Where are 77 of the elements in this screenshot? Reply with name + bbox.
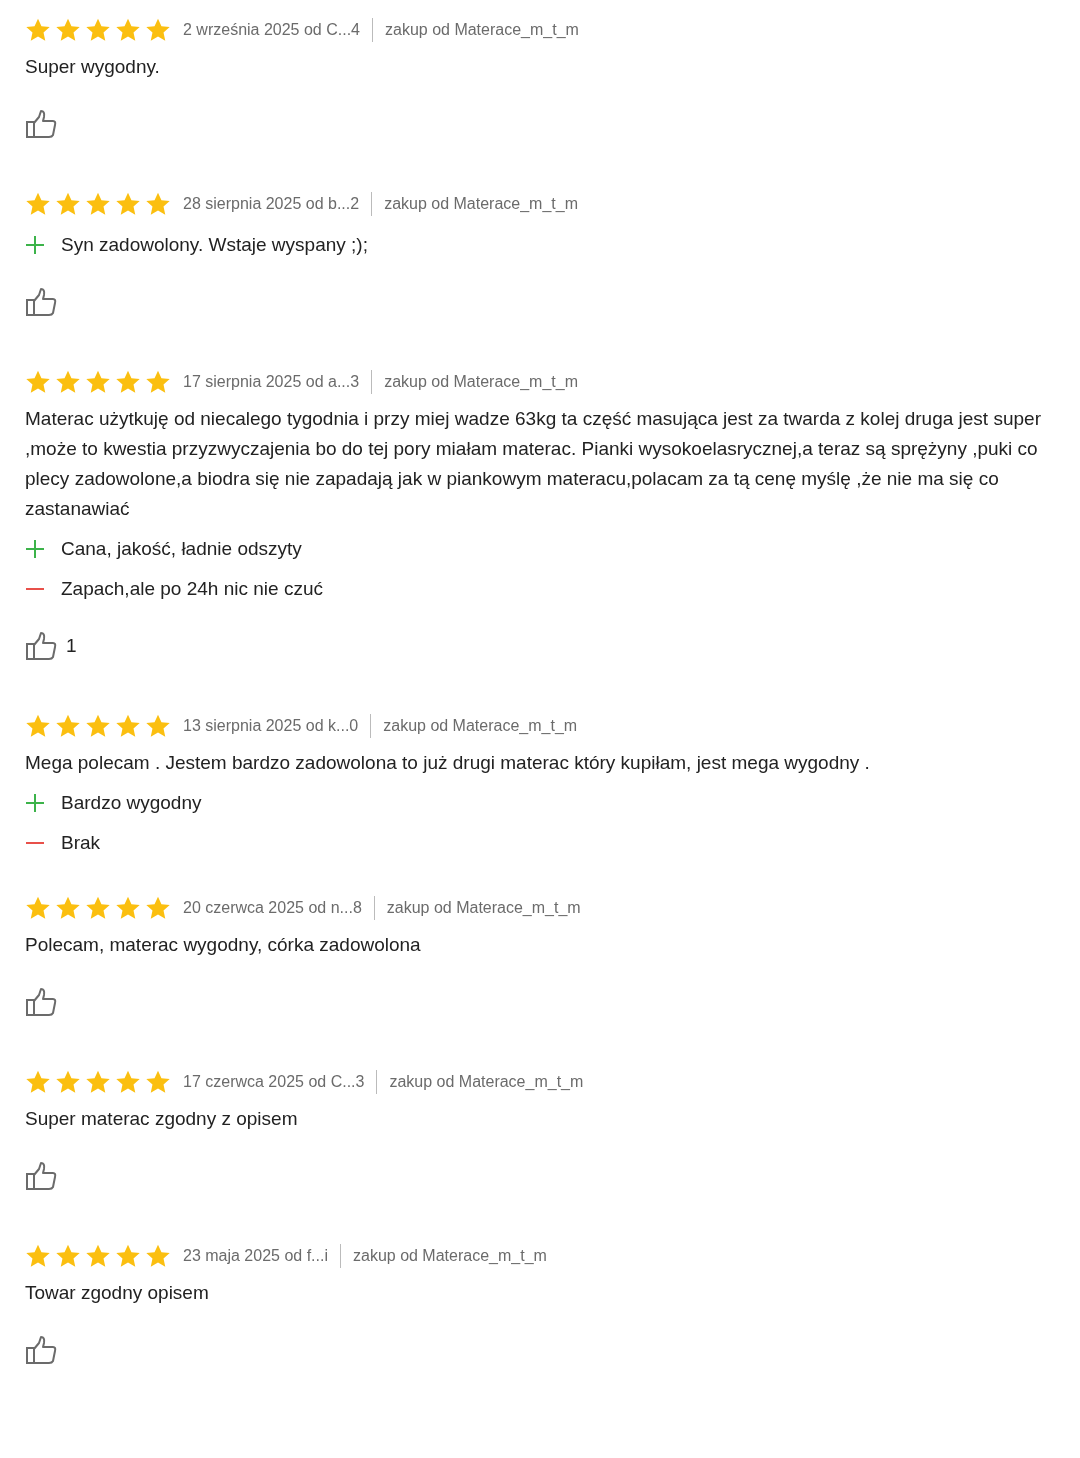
pro-text: Syn zadowolony. Wstaje wyspany ;);: [61, 232, 368, 257]
star-icon: [85, 17, 111, 43]
thumbs-up-icon: [25, 631, 58, 661]
minus-icon: [25, 588, 45, 590]
review-date: 2 września 2025 od C...4: [183, 20, 360, 40]
star-icon: [85, 895, 111, 921]
review-text: Mega polecam . Jestem bardzo zadowolona to już drugi materac który kupiłam, jest mega wygodny .: [25, 751, 871, 775]
star-icon: [85, 369, 111, 395]
thumbs-up-icon: [25, 1161, 58, 1191]
con-text: Brak: [61, 830, 101, 855]
star-icon: [55, 895, 81, 921]
star-icon: [145, 713, 171, 739]
thumbs-up-icon: [25, 1335, 58, 1365]
star-icon: [145, 1243, 171, 1269]
review-date: 17 czerwca 2025 od C...3: [183, 1072, 365, 1092]
star-icon: [25, 191, 51, 217]
like-button[interactable]: [25, 109, 58, 139]
review-text: Super materac zgodny z opisem: [25, 1107, 299, 1131]
star-icon: [115, 369, 141, 395]
seller-label: zakup od Materace_m_t_m: [386, 898, 581, 918]
star-icon: [25, 1243, 51, 1269]
like-button[interactable]: [25, 1335, 58, 1365]
review-date: 13 sierpnia 2025 od k...0: [183, 716, 359, 736]
star-icon: [85, 1243, 111, 1269]
like-button[interactable]: [25, 1161, 58, 1191]
like-button[interactable]: [25, 287, 58, 317]
seller-label: zakup od Materace_m_t_m: [383, 716, 578, 736]
review-date: 20 czerwca 2025 od n...8: [183, 898, 362, 918]
star-icon: [55, 191, 81, 217]
star-icon: [145, 1069, 171, 1095]
minus-icon: [25, 842, 45, 844]
review-text: Polecam, materac wygodny, córka zadowolona: [25, 933, 422, 957]
star-icon: [115, 1069, 141, 1095]
star-icon: [55, 1243, 81, 1269]
thumbs-up-icon: [25, 287, 58, 317]
plus-icon: [25, 539, 45, 559]
plus-icon: [25, 793, 45, 813]
review-date: 23 maja 2025 od f...i: [183, 1246, 328, 1266]
star-icon: [115, 895, 141, 921]
star-icon: [115, 17, 141, 43]
seller-label: zakup od Materace_m_t_m: [384, 372, 578, 392]
star-icon: [25, 1069, 51, 1095]
star-icon: [145, 17, 171, 43]
star-icon: [115, 1243, 141, 1269]
review-text: Materac użytkuję od niecalego tygodnia i przy miej wadze 63kg ta część masująca jest za twarda z kolej druga jest super ,może to kwestia przyzwyczajenia bo do tej pory miałam materac. Pianki wysokoelasrycznej,a teraz są sprężyny ,puki co plecy zadowolone,a biodra się nie zapadają jak w piankowym materacu,polacam za tą cenę myślę ,że nie ma się co zastanawiać: [25, 407, 1042, 521]
review-date: 28 sierpnia 2025 od b...2: [183, 194, 360, 214]
review-text: Super wygodny.: [25, 55, 161, 79]
star-icon: [55, 17, 81, 43]
like-button[interactable]: 1: [25, 631, 77, 661]
pro-text: Cana, jakość, ładnie odszyty: [61, 536, 302, 561]
star-icon: [25, 713, 51, 739]
star-icon: [115, 713, 141, 739]
like-button[interactable]: [25, 987, 58, 1017]
seller-label: zakup od Materace_m_t_m: [384, 194, 578, 214]
star-icon: [85, 191, 111, 217]
star-icon: [85, 1069, 111, 1095]
review-text: Towar zgodny opisem: [25, 1281, 210, 1305]
star-icon: [115, 191, 141, 217]
star-icon: [85, 713, 111, 739]
review-date: 17 sierpnia 2025 od a...3: [183, 372, 360, 392]
star-icon: [25, 17, 51, 43]
star-icon: [55, 1069, 81, 1095]
pro-text: Bardzo wygodny: [61, 790, 202, 815]
thumbs-up-icon: [25, 987, 58, 1017]
star-icon: [145, 895, 171, 921]
seller-label: zakup od Materace_m_t_m: [389, 1072, 584, 1092]
con-text: Zapach,ale po 24h nic nie czuć: [61, 576, 323, 601]
star-icon: [55, 369, 81, 395]
star-icon: [55, 713, 81, 739]
star-icon: [25, 369, 51, 395]
seller-label: zakup od Materace_m_t_m: [353, 1246, 547, 1266]
star-icon: [25, 895, 51, 921]
star-icon: [145, 191, 171, 217]
star-icon: [145, 369, 171, 395]
seller-label: zakup od Materace_m_t_m: [385, 20, 579, 40]
thumbs-up-icon: [25, 109, 58, 139]
plus-icon: [25, 235, 45, 255]
